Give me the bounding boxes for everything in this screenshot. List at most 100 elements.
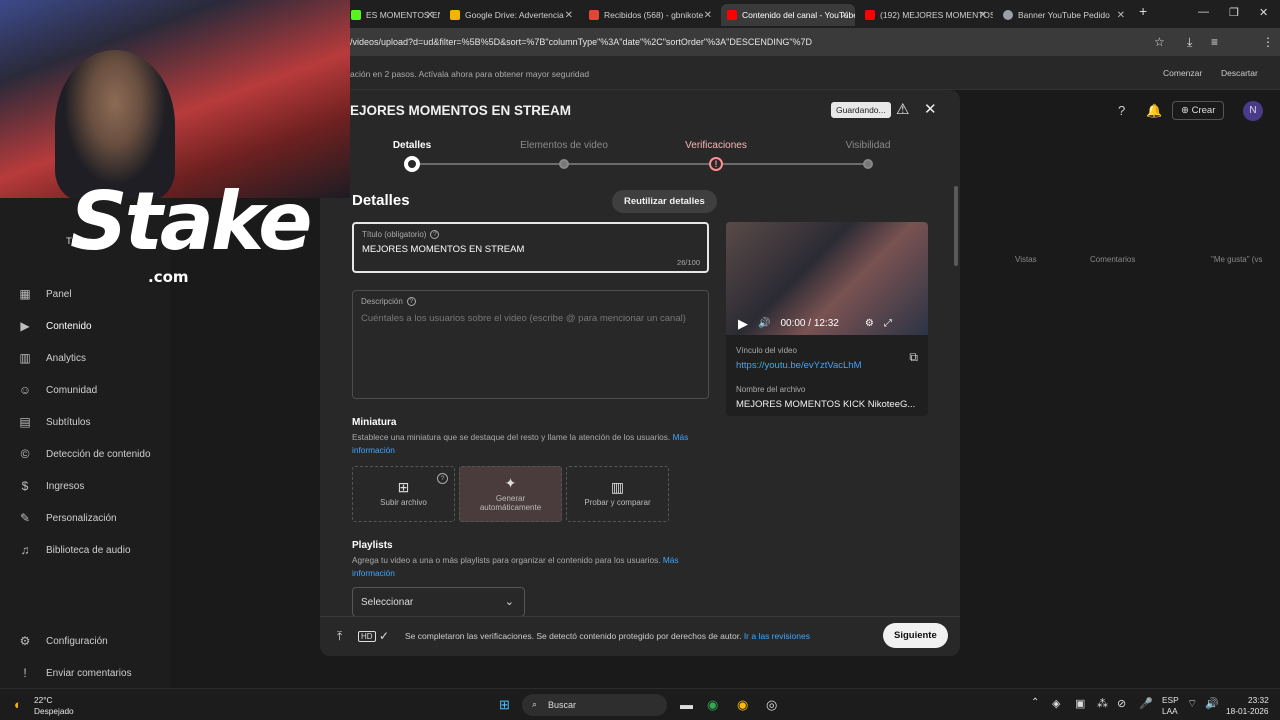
bookmark-star-icon[interactable]: ☆ (1154, 35, 1165, 49)
gear-icon[interactable]: ⚙ (865, 318, 874, 329)
playlists-title: Playlists (352, 540, 393, 551)
close-tab-icon[interactable]: ✕ (565, 10, 573, 21)
chrome-icon[interactable]: ◉ (707, 697, 718, 713)
sidebar-item-audio-library[interactable]: ♫ Biblioteca de audio (18, 543, 131, 557)
wifi-icon[interactable]: ⌔ (1187, 697, 1197, 711)
microphone-icon[interactable]: 🎤 (1139, 697, 1153, 710)
title-field[interactable]: Título (obligatorio)? MEJORES MOMENTOS E… (352, 222, 709, 273)
description-input[interactable]: Cuéntales a los usuarios sobre el video … (361, 313, 686, 324)
sidebar-item-analytics[interactable]: ▥ Analytics (18, 351, 86, 365)
sidebar-item-settings[interactable]: ⚙ Configuración (18, 634, 108, 648)
file-explorer-icon[interactable]: ▬ (680, 697, 693, 712)
close-icon[interactable]: ✕ (924, 100, 937, 118)
studio-avatar[interactable]: N (1243, 101, 1263, 121)
close-tab-icon[interactable]: ✕ (979, 10, 987, 21)
column-likes[interactable]: "Me gusta" (vs (1211, 255, 1262, 264)
clock-time[interactable]: 23:32 (1248, 695, 1269, 705)
sidebar-item-label: Enviar comentarios (46, 667, 132, 679)
clock-date[interactable]: 18-01-2026 (1226, 706, 1268, 716)
network-icon[interactable]: ⁂ (1097, 697, 1108, 710)
dialog-scrollbar[interactable] (954, 186, 958, 266)
sidebar-item-earn[interactable]: $ Ingresos (18, 479, 85, 493)
title-input[interactable]: MEJORES MOMENTOS EN STREAM (362, 244, 524, 255)
step-checks[interactable]: Verificaciones (685, 140, 747, 151)
reuse-details-button[interactable]: Reutilizar detalles (612, 190, 717, 213)
windows-start-icon[interactable]: ⊞ (499, 697, 510, 713)
browser-tab[interactable]: Banner YouTube Pedido ✕ (997, 4, 1131, 26)
browser-tab[interactable]: ES MOMENTOS EN KICK✕ (345, 4, 440, 26)
browser-tab-active[interactable]: Contenido del canal - YouTube ✕ (721, 4, 855, 26)
tray-chevron-up-icon[interactable]: ⌃ (1031, 697, 1039, 708)
next-button[interactable]: Siguiente (883, 623, 948, 648)
start-button[interactable]: Comenzar (1163, 68, 1202, 78)
tray-icon[interactable]: ⊘ (1117, 697, 1126, 710)
playlist-select[interactable]: Seleccionar ⌄ (352, 587, 525, 617)
sidebar-item-label: Analytics (46, 352, 87, 364)
dismiss-button[interactable]: Descartar (1221, 68, 1258, 78)
menu-dots-icon[interactable]: ⋮ (1262, 35, 1274, 49)
browser-tab[interactable]: Google Drive: Advertencia ✕ (444, 4, 579, 26)
step-details[interactable]: Detalles (393, 140, 431, 151)
go-to-reviews-link[interactable]: Ir a las revisiones (744, 631, 810, 641)
step-video-elements[interactable]: Elementos de video (520, 140, 608, 151)
new-tab-button[interactable]: + (1139, 3, 1147, 19)
step-dot-active[interactable] (404, 156, 420, 172)
close-tab-icon[interactable]: ✕ (841, 10, 849, 21)
sidebar-item-copyright[interactable]: © Detección de contenido (18, 447, 151, 461)
help-icon[interactable]: ? (437, 473, 448, 484)
column-comments[interactable]: Comentarios (1090, 255, 1135, 264)
weather-icon[interactable]: ◐ (14, 697, 22, 712)
speaker-icon[interactable]: 🔊 (1205, 697, 1219, 710)
description-field[interactable]: Descripción? Cuéntales a los usuarios so… (352, 290, 709, 399)
close-window-icon[interactable]: ✕ (1259, 6, 1268, 19)
minimize-icon[interactable]: — (1198, 6, 1209, 18)
sidebar-item-feedback[interactable]: ! Enviar comentarios (18, 666, 132, 680)
copy-icon[interactable]: ⧉ (909, 350, 918, 365)
upload-thumbnail-button[interactable]: ⊞ Subir archivo ? (352, 466, 455, 522)
close-tab-icon[interactable]: ✕ (1117, 10, 1125, 21)
video-link[interactable]: https://youtu.be/evYztVacLhM (736, 360, 862, 371)
auto-generate-thumbnail-button[interactable]: ✦ Generar automáticamente (459, 466, 562, 522)
notifications-icon[interactable]: 🔔 (1146, 103, 1162, 119)
step-dot[interactable] (559, 159, 569, 169)
column-views[interactable]: Vistas (1015, 255, 1037, 264)
fullscreen-icon[interactable]: ⤢ (884, 318, 892, 329)
input-language[interactable]: ESP (1162, 695, 1179, 705)
tray-icon[interactable]: ▣ (1075, 697, 1085, 710)
weather-desc[interactable]: Despejado (34, 706, 74, 716)
close-tab-icon[interactable]: ✕ (426, 10, 434, 21)
volume-icon[interactable]: 🔊 (758, 318, 770, 329)
weather-temp[interactable]: 22°C (34, 695, 53, 705)
browser-tab[interactable]: Recibidos (568) - gbnikote ✕ (583, 4, 718, 26)
media-icon[interactable]: ≡ (1211, 35, 1218, 49)
step-visibility[interactable]: Visibilidad (846, 140, 891, 151)
url-field[interactable]: /videos/upload?d=ud&filter=%5B%5D&sort=%… (350, 37, 812, 47)
chrome-profile-icon[interactable]: ◉ (737, 697, 748, 713)
help-icon[interactable]: ? (406, 297, 416, 306)
test-compare-button[interactable]: ▥ Probar y comparar (566, 466, 669, 522)
sidebar-item-dashboard[interactable]: ▦ Panel (18, 287, 71, 301)
taskbar-search[interactable]: ⌕ Buscar (522, 694, 667, 716)
sidebar-item-community[interactable]: ☺ Comunidad (18, 383, 97, 397)
maximize-icon[interactable]: ❐ (1229, 6, 1239, 19)
sidebar-item-customize[interactable]: ✎ Personalización (18, 511, 117, 525)
step-warning-icon[interactable]: ! (709, 157, 723, 171)
help-icon[interactable]: ? (430, 230, 440, 239)
earn-icon: $ (21, 479, 29, 493)
close-tab-icon[interactable]: ✕ (704, 10, 712, 21)
input-language-layout[interactable]: LAA (1162, 706, 1178, 716)
play-icon[interactable]: ▶ (738, 316, 748, 332)
webcam-overlay (0, 0, 350, 198)
help-icon[interactable]: ? (1118, 103, 1125, 118)
download-icon[interactable]: ⤓ (1187, 35, 1192, 50)
step-dot[interactable] (863, 159, 873, 169)
sidebar-item-subtitles[interactable]: ▤ Subtítulos (18, 415, 90, 429)
browser-tab[interactable]: (192) MEJORES MOMENTOS ✕ (859, 4, 993, 26)
create-button[interactable]: ⊕ Crear (1172, 101, 1225, 120)
community-icon: ☺ (18, 383, 32, 397)
app-icon[interactable]: ◎ (766, 697, 777, 713)
sidebar-item-label: Biblioteca de audio (46, 544, 131, 556)
feedback-icon[interactable]: ⚠ (896, 100, 909, 118)
discord-icon[interactable]: ◈ (1052, 697, 1060, 710)
sidebar-item-content[interactable]: ▶ Contenido (18, 319, 91, 333)
